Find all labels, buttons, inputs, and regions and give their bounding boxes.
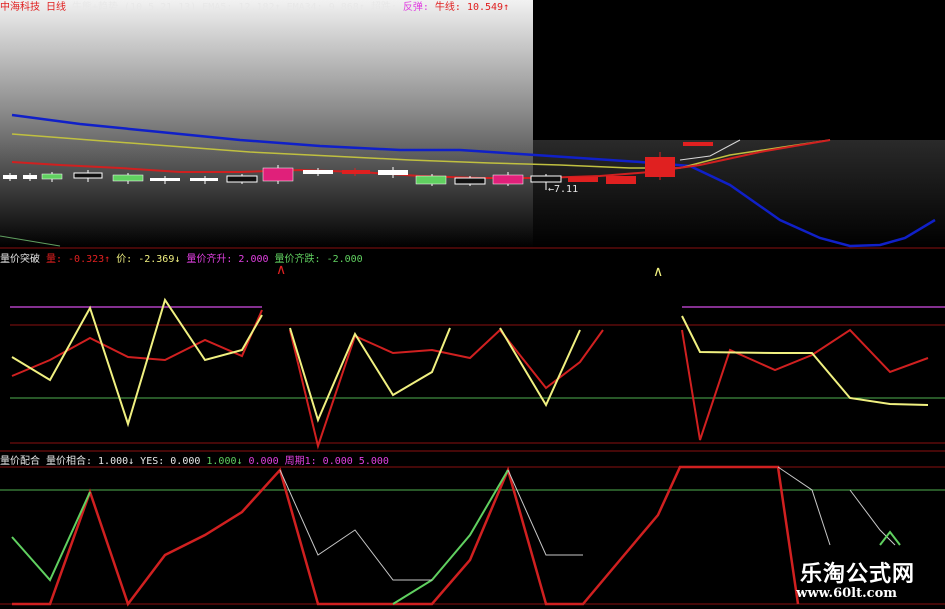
liang-line (11, 309, 263, 377)
jia-line (11, 297, 263, 428)
ema34-value: EMA34: 9.868↑ (286, 2, 365, 13)
jia-value: 价: -2.369↓ (116, 254, 181, 265)
jia-line-3 (499, 327, 581, 408)
liang-line-2 (289, 328, 604, 450)
candle (226, 174, 258, 184)
candle (454, 176, 486, 186)
watermark-site-name: 乐淘公式网 (799, 561, 915, 587)
indicator-name: 牛熊+趋势 (72, 2, 119, 13)
liang-line-3 (681, 328, 929, 441)
zhouqi-value: 周期1: 0.000 (284, 456, 353, 467)
qisheng-value: 量价齐升: 2.000 (186, 254, 269, 265)
niuxian-value: 牛线: 10.549↑ (434, 2, 510, 13)
white-line-p3-3 (777, 466, 831, 546)
one-value: 1.000↓ (206, 456, 243, 467)
candle (568, 177, 598, 182)
yes-line (11, 491, 91, 582)
xianghe-value: 量价相合: 1.000↓ (46, 456, 135, 467)
jia-line-4 (681, 315, 929, 406)
candle (262, 165, 294, 184)
xianghe-line (12, 465, 800, 607)
fantan-label: 反弹: (402, 2, 429, 13)
ema5-value: EMA5: 12.182↑ (202, 2, 281, 13)
period-label: 日线 (46, 2, 66, 13)
stock-name: 中海科技 (0, 2, 40, 13)
watermark-url: www.60lt.com (796, 586, 897, 601)
panel3-header: 量价配合 量价相合: 1.000↓ YES: 0.000 1.000↓ 0.000 周期1… (0, 456, 395, 468)
panel2-name: 量价突破 (0, 254, 40, 265)
candle (415, 174, 447, 186)
candle (606, 176, 636, 184)
white-line-p3 (279, 469, 432, 581)
low-price-label: ←7.11 (548, 184, 578, 195)
panel3-name: 量价配合 (0, 456, 40, 467)
yes-line-3 (879, 530, 901, 546)
yes-value: YES: 0.000 (140, 456, 201, 467)
liang-value: 量: -0.323↑ (46, 254, 111, 265)
signal-arrow-yellow: ∧ (653, 264, 663, 280)
qidie-value: 量价齐跌: -2.000 (274, 254, 363, 265)
panel2-header: 量价突破 量: -0.323↑ 价: -2.369↓ 量价齐升: 2.000 量价齐跌:… (0, 254, 369, 266)
white-line-p3-4 (849, 489, 896, 546)
five-value: 5.000 (358, 456, 389, 467)
candle (683, 142, 713, 146)
indicator-params: (10,5,21,13) (124, 2, 197, 13)
zero-value: 0.000 (248, 456, 279, 467)
chaodie-label: 超跌: (370, 2, 397, 13)
chart-stage: ←7.11 ∧ ∧ (0, 0, 945, 607)
main-header: 中海科技 日线 牛熊+趋势 (10,5,21,13) EMA5: 12.182↑ EMA3… (0, 2, 515, 14)
